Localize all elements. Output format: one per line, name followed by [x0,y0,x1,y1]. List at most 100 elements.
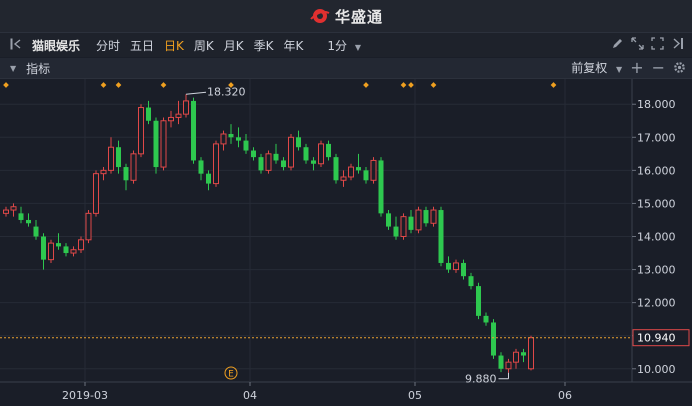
sidebar-toggle-icon[interactable] [0,38,27,53]
y-tick-label: 12.000 [637,297,676,310]
candle-body [340,176,347,181]
candle-body [168,116,174,122]
candle-body [468,276,474,287]
candle-body [93,173,99,214]
candle-body [10,206,17,211]
x-tick-label: 06 [558,389,572,402]
x-tick-label: 2019-03 [62,389,108,402]
candle-body [56,243,61,247]
candle-body [191,100,196,161]
candle-body [281,160,286,168]
tab-daily-k[interactable]: 日K [159,37,189,54]
candle-body [258,157,264,171]
event-diamond-icon[interactable] [160,82,167,88]
high-annotation-label: 18.320 [207,85,246,98]
event-diamond-icon[interactable] [3,82,9,88]
candle-body [303,147,309,161]
title-bar: 华盛通 [0,0,692,33]
candle-body [198,160,204,174]
candle-body [288,136,294,168]
candle-body [461,262,466,277]
y-tick-label: 13.000 [637,264,676,277]
brand: 华盛通 [309,6,383,27]
indicator-dropdown-icon[interactable]: ▼ [10,64,16,73]
candle-body [356,167,361,171]
plus-icon[interactable]: + [630,59,643,75]
candlestick-chart[interactable]: 18.000 17.000 16.000 15.000 14.000 13.000 12.0… [0,79,692,406]
candle-body [363,170,369,181]
candle-body [311,160,316,164]
candle-body [220,133,227,145]
candle-body [183,100,189,115]
chevron-down-icon: ▼ [616,65,623,74]
candle-body [400,216,407,237]
period-toolbar: 猫眼娱乐 分时 五日 日K 周K 月K 季K 年K 1分 ▼ [0,33,692,57]
candle-body [243,140,249,151]
event-diamond-icon[interactable] [115,82,122,88]
logo-icon [310,9,330,23]
minus-icon[interactable]: − [652,59,665,75]
tab-yearly-k[interactable]: 年K [279,37,309,54]
tab-quarterly-k[interactable]: 季K [249,37,279,54]
indicator-label[interactable]: 指标 [26,60,50,77]
stock-name[interactable]: 猫眼娱乐 [27,37,85,54]
candle-body [408,216,414,230]
event-e-label: E [228,370,234,380]
candle-body [415,209,422,231]
candle-body [296,137,301,148]
candle-body [498,355,504,369]
tab-intraday[interactable]: 分时 [91,37,125,54]
candle-body [370,159,377,181]
candle-body [505,361,512,370]
candle-body [326,143,331,158]
candle-body [206,173,211,184]
candle-body [63,246,69,254]
candle-body [438,210,444,263]
candle-body [175,113,182,118]
candle-body [521,352,526,356]
event-diamond-icon[interactable] [400,82,407,88]
collapse-icon[interactable] [671,37,684,50]
candle-body [378,160,384,214]
candle-body [423,210,429,224]
fullscreen-icon[interactable] [651,37,664,50]
candle-body [348,166,354,178]
tab-monthly-k[interactable]: 月K [219,37,249,54]
event-diamond-icon[interactable] [100,82,107,88]
expand-icon[interactable] [631,37,644,50]
candle-body [85,212,92,241]
candle-body [251,150,256,158]
y-tick-label: 14.000 [637,231,676,244]
tab-five-day[interactable]: 五日 [125,37,159,54]
price-adjust-value: 前复权 [571,61,608,75]
candle-body [130,153,137,181]
candle-body [3,209,9,214]
candle-body [318,143,324,165]
last-price-label: 10.940 [637,332,676,345]
event-diamond-icon[interactable] [430,82,437,88]
y-tick-label: 15.000 [637,197,676,210]
candle-body [153,120,159,168]
y-tick-label: 10.000 [637,363,676,376]
candle-body [33,226,39,237]
candle-body [273,153,279,161]
interval-value: 1分 [327,38,348,53]
price-adjust-select[interactable]: 前复权 ▼ [571,59,622,76]
event-diamond-icon[interactable] [363,82,369,88]
candle-body [108,146,114,171]
low-annotation-label: 9.880 [465,373,497,386]
candle-body [528,337,534,370]
candle-body [265,153,272,171]
candle-body [160,120,167,168]
x-tick-label: 04 [243,389,257,402]
candle-body [116,147,121,168]
event-diamond-icon[interactable] [408,82,414,88]
tab-weekly-k[interactable]: 周K [189,37,219,54]
y-tick-label: 16.000 [637,164,676,177]
gear-icon[interactable] [673,61,686,74]
pencil-icon[interactable] [611,37,624,50]
event-diamond-icon[interactable] [550,82,557,88]
candle-body [26,219,31,224]
indicator-bar: ▼ 指标 前复权 ▼ + − [0,58,692,79]
interval-select[interactable]: 1分 ▼ [322,37,366,54]
